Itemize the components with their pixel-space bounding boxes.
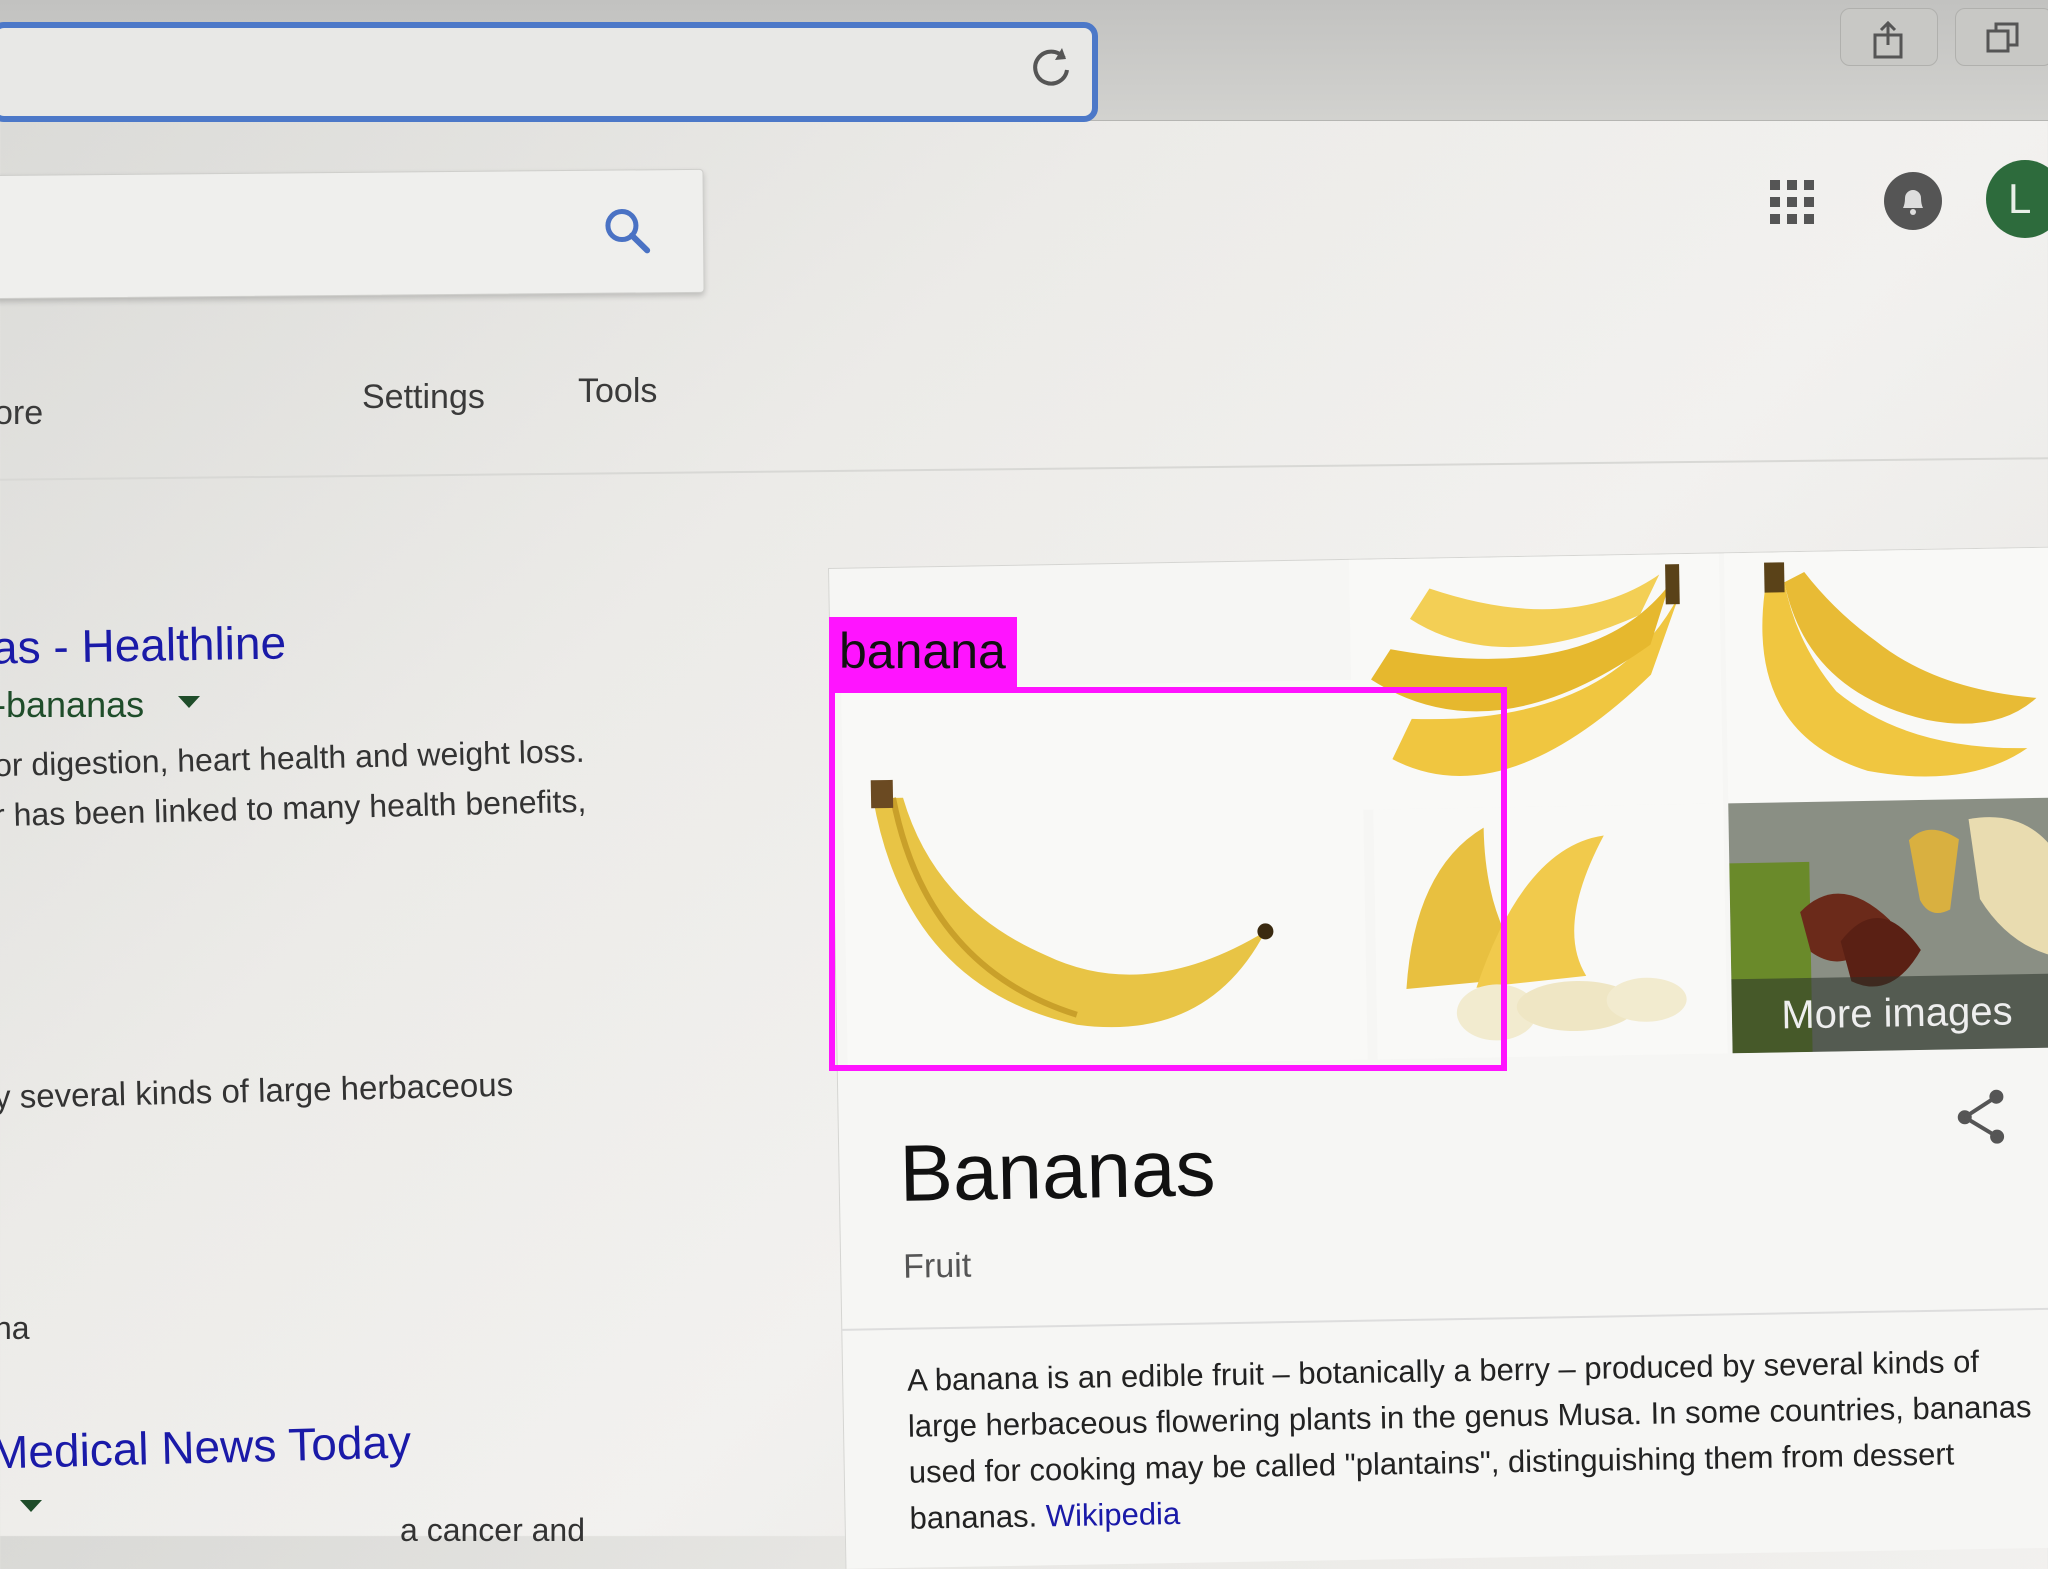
result-snippet: na	[0, 1310, 30, 1346]
search-icon[interactable]	[601, 204, 653, 256]
reload-icon[interactable]	[1026, 42, 1076, 92]
wikipedia-link[interactable]: Wikipedia	[1045, 1496, 1180, 1533]
knowledge-panel-title: Bananas	[898, 1123, 1217, 1218]
result-snippet: r has been linked to many health benefit…	[0, 782, 587, 834]
tab-settings[interactable]: Settings	[362, 378, 485, 417]
result-snippet: or digestion, heart health and weight lo…	[0, 732, 585, 784]
detection-label: banana	[829, 617, 1017, 687]
knowledge-panel-subtitle: Fruit	[902, 1246, 972, 1286]
share-icon	[1873, 21, 1903, 59]
tabs-icon	[1986, 22, 2019, 53]
address-bar[interactable]	[0, 22, 1098, 122]
share-toolbar-button[interactable]	[1840, 8, 1938, 66]
tabs-toolbar-button[interactable]	[1955, 8, 2048, 66]
detection-bounding-box	[829, 687, 1507, 1071]
banana-bunch-icon	[1762, 562, 2037, 777]
banana-image-bunch[interactable]	[1723, 547, 2048, 804]
result-url[interactable]: -bananas	[0, 684, 144, 726]
tab-tools[interactable]: Tools	[578, 372, 657, 411]
more-images-tile[interactable]: More images	[1728, 797, 2048, 1054]
knowledge-panel-divider	[842, 1307, 2048, 1331]
notifications-icon	[1903, 190, 1923, 215]
share-icon[interactable]	[1954, 1089, 2007, 1146]
browser-toolbar	[0, 0, 2048, 122]
result-snippet: y several kinds of large herbaceous	[0, 1065, 514, 1116]
notifications-button[interactable]	[1884, 172, 1942, 230]
avatar[interactable]: L	[1986, 160, 2048, 238]
knowledge-panel-description: A banana is an edible fruit – botanicall…	[907, 1338, 2048, 1542]
dropdown-arrow-icon[interactable]	[178, 696, 200, 710]
result-title-link[interactable]: Medical News Today	[0, 1414, 412, 1479]
more-images-button[interactable]: More images	[1731, 973, 2048, 1054]
tab-more[interactable]: ore	[0, 394, 43, 433]
dropdown-arrow-icon[interactable]	[20, 1500, 42, 1514]
result-snippet: a cancer and	[400, 1512, 586, 1548]
search-input[interactable]	[0, 168, 705, 300]
nav-divider	[0, 457, 2048, 481]
result-title-link[interactable]: as - Healthline	[0, 615, 286, 674]
apps-grid-icon[interactable]	[1768, 178, 1816, 226]
